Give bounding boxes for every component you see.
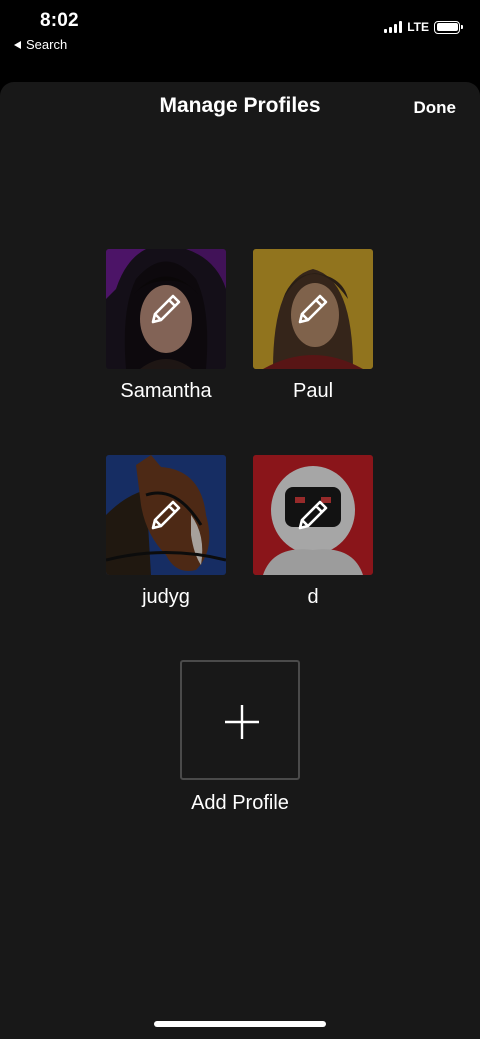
back-search-label: Search: [26, 37, 68, 52]
avatar[interactable]: [106, 249, 226, 369]
page-title: Manage Profiles: [159, 94, 321, 117]
avatar[interactable]: [106, 455, 226, 575]
battery-icon: [434, 20, 463, 34]
status-indicators: LTE: [384, 20, 463, 34]
add-profile-label: Add Profile: [191, 792, 289, 814]
back-arrow-icon: [14, 40, 21, 49]
pencil-icon: [298, 294, 328, 324]
signal-icon: [384, 21, 403, 33]
profile-samantha[interactable]: Samantha: [96, 249, 236, 403]
avatar[interactable]: [253, 455, 373, 575]
profile-name: Paul: [292, 380, 334, 402]
plus-icon: [225, 705, 259, 739]
profile-name: d: [307, 586, 319, 608]
profile-d[interactable]: d: [243, 455, 383, 609]
back-to-search-button[interactable]: Search: [14, 37, 67, 52]
avatar[interactable]: [253, 249, 373, 369]
pencil-icon: [151, 294, 181, 324]
profile-name: Samantha: [120, 380, 212, 402]
home-indicator[interactable]: [154, 1021, 326, 1027]
done-button[interactable]: Done: [414, 98, 457, 118]
manage-profiles-sheet: Manage Profiles Done Samantha Paul judyg…: [0, 82, 480, 1039]
profile-paul[interactable]: Paul: [243, 249, 383, 403]
add-profile-button[interactable]: Add Profile: [180, 660, 300, 814]
profile-name: judyg: [142, 586, 190, 608]
network-label: LTE: [407, 20, 429, 34]
status-time: 8:02: [40, 10, 79, 31]
profile-judyg[interactable]: judyg: [96, 455, 236, 609]
pencil-icon: [151, 500, 181, 530]
status-bar: 8:02 Search LTE: [0, 0, 480, 80]
add-profile-tile[interactable]: [180, 660, 300, 780]
pencil-icon: [298, 500, 328, 530]
